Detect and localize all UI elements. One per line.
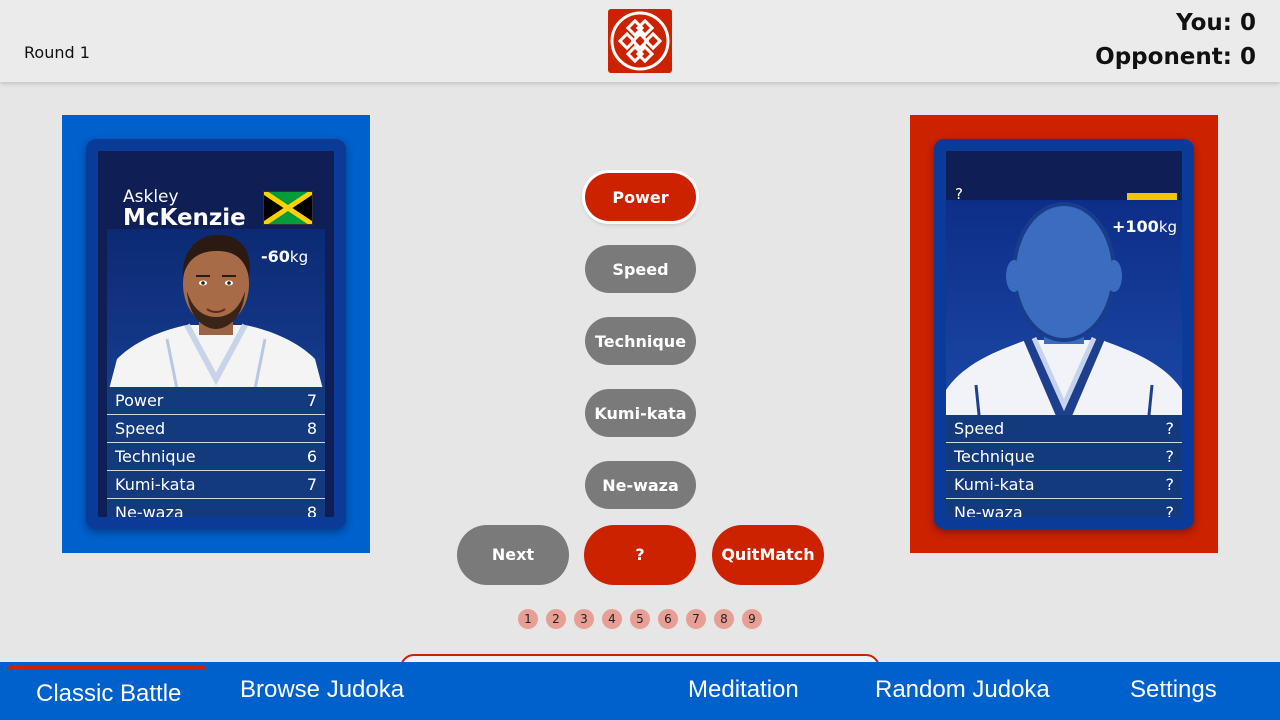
round-progress: 1 2 3 4 5 6 7 8 9 bbox=[518, 609, 762, 629]
round-dot: 2 bbox=[546, 609, 566, 629]
score-opponent: Opponent: 0 bbox=[1095, 44, 1256, 70]
round-dot: 7 bbox=[686, 609, 706, 629]
opponent-card: ? +100kg Speed? Technique ? Kumi-kata ? … bbox=[934, 139, 1194, 529]
stat-value: 7 bbox=[306, 475, 317, 494]
quit-label-line1: Quit bbox=[721, 545, 760, 564]
stat-label: Speed bbox=[115, 419, 166, 438]
stat-button-power[interactable]: Power bbox=[585, 173, 696, 221]
player-card[interactable]: Askley McKenzie -60kg Power 7 Speed 8 Te… bbox=[86, 139, 346, 529]
nav-settings[interactable]: Settings bbox=[1130, 676, 1217, 704]
stat-label: Ne-waza bbox=[954, 503, 1023, 517]
opponent-card-container: ? +100kg Speed? Technique ? Kumi-kata ? … bbox=[910, 115, 1218, 553]
player-stat-power: Power 7 bbox=[107, 387, 325, 415]
nav-random-judoka[interactable]: Random Judoka bbox=[875, 676, 1050, 704]
stat-label: Ne-waza bbox=[115, 503, 184, 517]
stat-value: ? bbox=[1165, 503, 1175, 517]
player-card-face: Askley McKenzie -60kg Power 7 Speed 8 Te… bbox=[98, 151, 334, 517]
player-stat-speed: Speed 8 bbox=[107, 415, 325, 443]
nav-classic-battle[interactable]: Classic Battle bbox=[36, 680, 181, 708]
player-stat-kumi-kata: Kumi-kata 7 bbox=[107, 471, 325, 499]
player-weight-unit: kg bbox=[289, 248, 309, 266]
header: Round 1 You: 0 Opponent: 0 bbox=[0, 0, 1280, 82]
player-weight-value: -60 bbox=[261, 247, 290, 266]
stat-value: 8 bbox=[306, 419, 317, 438]
stat-value: 6 bbox=[306, 447, 317, 466]
player-stat-technique: Technique 6 bbox=[107, 443, 325, 471]
stat-label: Technique bbox=[115, 447, 196, 466]
round-dot: 4 bbox=[602, 609, 622, 629]
nav-browse-judoka[interactable]: Browse Judoka bbox=[240, 676, 404, 704]
opponent-stat-kumi-kata: Kumi-kata? bbox=[946, 471, 1182, 499]
stat-value: ? bbox=[1165, 475, 1175, 494]
stat-value: ? bbox=[1165, 447, 1175, 466]
stat-button-ne-waza[interactable]: Ne-waza bbox=[585, 461, 696, 509]
stat-value: 8 bbox=[306, 503, 317, 517]
stat-value: 7 bbox=[306, 391, 317, 410]
stat-value: ? bbox=[1165, 419, 1175, 438]
stat-button-kumi-kata[interactable]: Kumi-kata bbox=[585, 389, 696, 437]
opponent-weight-unit: kg bbox=[1158, 218, 1178, 236]
stat-label: Kumi-kata bbox=[115, 475, 196, 494]
opponent-stat-ne-waza: Ne-waza? bbox=[946, 499, 1182, 517]
next-button[interactable]: Next bbox=[457, 525, 569, 585]
round-dot: 8 bbox=[714, 609, 734, 629]
round-indicator: Round 1 bbox=[24, 43, 90, 62]
player-card-container: Askley McKenzie -60kg Power 7 Speed 8 Te… bbox=[62, 115, 370, 553]
opponent-stat-speed: Speed? bbox=[946, 415, 1182, 443]
knot-logo-icon[interactable] bbox=[608, 9, 672, 73]
stat-button-speed[interactable]: Speed bbox=[585, 245, 696, 293]
stat-label: Power bbox=[115, 391, 164, 410]
score-you: You: 0 bbox=[1176, 10, 1256, 36]
round-dot: 3 bbox=[574, 609, 594, 629]
opponent-stats: Speed? Technique? Kumi-kata? Ne-waza? bbox=[946, 415, 1182, 517]
opponent-card-face: ? +100kg Speed? Technique ? Kumi-kata ? … bbox=[946, 151, 1182, 517]
opponent-weight: +100kg bbox=[1112, 217, 1177, 236]
mystery-button[interactable]: ? bbox=[584, 525, 696, 585]
player-first-name: Askley bbox=[123, 187, 179, 207]
player-stat-ne-waza: Ne-waza 8 bbox=[107, 499, 325, 517]
opponent-stat-technique: Technique? bbox=[946, 443, 1182, 471]
active-tab-indicator bbox=[8, 666, 206, 670]
round-dot: 5 bbox=[630, 609, 650, 629]
opponent-weight-value: +100 bbox=[1112, 217, 1159, 236]
player-weight: -60kg bbox=[261, 247, 308, 266]
round-dot: 6 bbox=[658, 609, 678, 629]
quit-match-button[interactable]: Quit Match bbox=[712, 525, 824, 585]
quit-label-line2: Match bbox=[759, 545, 815, 564]
stat-label: Speed bbox=[954, 419, 1005, 438]
round-dot: 9 bbox=[742, 609, 762, 629]
player-last-name: McKenzie bbox=[123, 205, 246, 231]
stat-label: Kumi-kata bbox=[954, 475, 1035, 494]
stat-label: Technique bbox=[954, 447, 1035, 466]
nav-meditation[interactable]: Meditation bbox=[688, 676, 799, 704]
round-dot: 1 bbox=[518, 609, 538, 629]
player-stats: Power 7 Speed 8 Technique 6 Kumi-kata 7 Ne-w… bbox=[107, 387, 325, 517]
stat-button-technique[interactable]: Technique bbox=[585, 317, 696, 365]
jamaica-flag-icon bbox=[262, 189, 314, 227]
bottom-nav: Classic Battle Browse Judoka Meditation … bbox=[0, 662, 1280, 720]
